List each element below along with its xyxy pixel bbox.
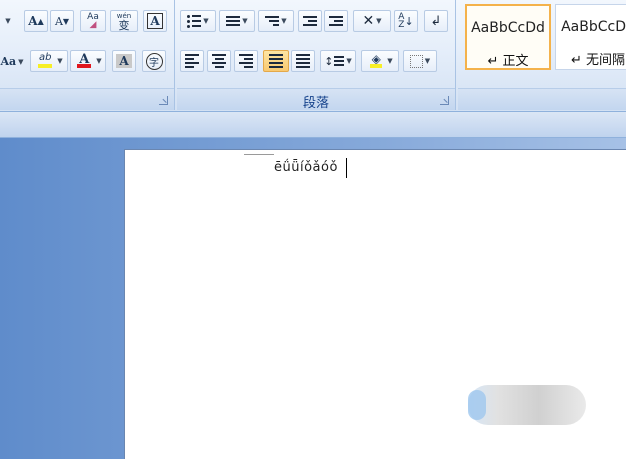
font-color-swatch [77,64,92,68]
chinese-layout-icon: ✕ [362,13,375,29]
highlight-button[interactable]: ab ▼ [30,50,68,72]
paragraph-group-footer: 段落 [177,88,455,111]
sort-button[interactable]: A Z ↓ [394,10,418,32]
text-cursor [346,158,347,178]
numbering-button[interactable]: ▼ [219,10,255,32]
style-normal-name: ↵ 正文 [487,54,529,69]
increase-indent-icon [329,16,343,26]
paragraph-mark-icon: ↲ [430,13,442,29]
paragraph-group-label: 段落 [302,96,329,111]
enclose-characters-button[interactable]: 字 [142,50,166,72]
style-no-spacing[interactable]: AaBbCcDd ↵ 无间隔 [555,4,626,70]
grow-font-button[interactable]: A ▲ [24,10,48,32]
numbering-icon [226,16,241,26]
justify-button[interactable] [263,50,289,72]
align-center-button[interactable] [207,50,231,72]
font-color-button[interactable]: A ▼ [70,50,106,72]
show-hide-marks-button[interactable]: ↲ [424,10,448,32]
phonetic-guide-button[interactable]: wén 变 [110,10,138,32]
borders-icon [409,54,423,68]
document-text[interactable]: ēǘǖíǒǎóǒ [274,160,338,175]
line-spacing-icon: ↕ [324,54,334,68]
distributed-button[interactable] [291,50,315,72]
multilevel-list-icon [265,16,280,26]
align-right-button[interactable] [234,50,258,72]
paragraph-dialog-launcher-icon[interactable] [440,96,449,105]
paint-bucket-icon: ◈ [370,52,383,68]
chinese-layout-button[interactable]: ✕ ▼ [353,10,391,32]
style-normal-sample: AaBbCcDd [471,20,545,36]
decrease-indent-icon [303,16,317,26]
font-size-dropdown[interactable]: ▼ [0,10,14,32]
font-color-icon: A [77,52,92,68]
shrink-font-button[interactable]: A ▼ [50,10,74,32]
style-no-spacing-name: ↵ 无间隔 [570,53,626,68]
highlight-color-swatch [38,64,53,68]
change-case-button[interactable]: Aa ▼ [0,50,24,72]
increase-indent-button[interactable] [324,10,348,32]
align-right-icon [239,54,253,68]
bullets-button[interactable]: ▼ [180,10,216,32]
style-normal[interactable]: AaBbCcDd ↵ 正文 [465,4,551,70]
align-left-button[interactable] [180,50,204,72]
align-left-icon [185,54,199,68]
character-border-button[interactable]: A [143,10,167,32]
line-spacing-button[interactable]: ↕ ▼ [320,50,356,72]
paragraph-group: ▼ ▼ ▼ ✕ ▼ A Z ↓ ↲ ↕ ▼ ◈ ▼ ▼ 段落 [177,0,456,111]
borders-button[interactable]: ▼ [403,50,437,72]
ribbon: ▼ A ▲ A ▼ Aa ◢ wén 变 A Aa ▼ ab ▼ A ▼ A 字… [0,0,626,112]
justify-icon [269,54,283,68]
distributed-icon [296,54,310,68]
multilevel-list-button[interactable]: ▼ [258,10,294,32]
highlighter-icon: ab [35,52,55,70]
clear-format-button[interactable]: Aa ◢ [80,10,106,32]
watermark-logo-icon [468,390,486,420]
font-dialog-launcher-icon[interactable] [159,96,168,105]
eraser-icon: Aa ◢ [87,12,99,30]
bullets-icon [187,14,202,28]
margin-corner-mark [244,150,274,155]
shading-button[interactable]: ◈ ▼ [361,50,399,72]
styles-group-footer [458,88,626,110]
styles-group: AaBbCcDd ↵ 正文 AaBbCcDd ↵ 无间隔 [458,0,626,110]
font-group-footer [0,88,174,110]
ruler-band [0,112,626,138]
align-center-icon [212,54,226,68]
decrease-indent-button[interactable] [298,10,322,32]
style-no-spacing-sample: AaBbCcDd [561,19,626,35]
font-group: ▼ A ▲ A ▼ Aa ◢ wén 变 A Aa ▼ ab ▼ A ▼ A 字 [0,0,175,110]
character-shading-button[interactable]: A [112,50,136,72]
